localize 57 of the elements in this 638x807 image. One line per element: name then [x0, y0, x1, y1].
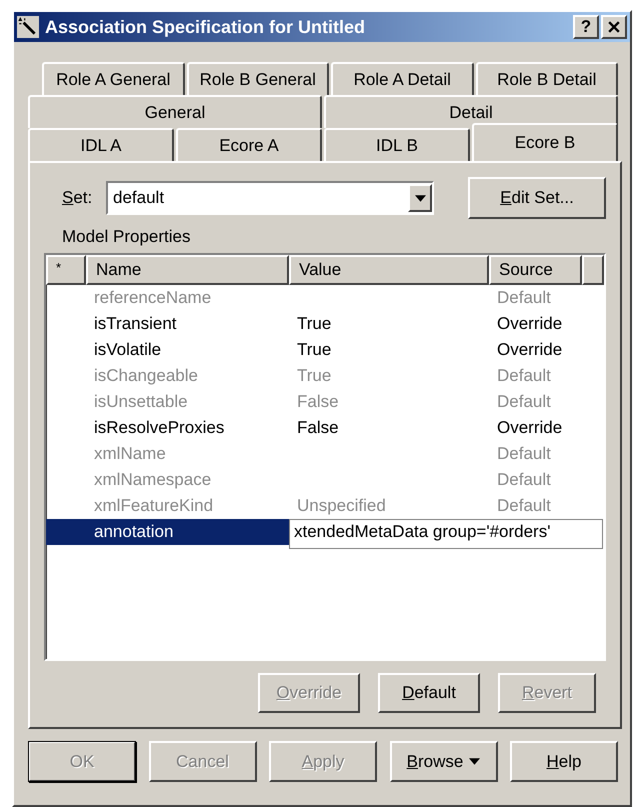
help-button[interactable]: ? — [573, 15, 599, 39]
tab[interactable]: Role A Detail — [331, 62, 474, 95]
table-row[interactable]: isResolveProxies False Override — [46, 415, 604, 441]
tab[interactable]: Role A General — [42, 62, 184, 95]
close-icon — [608, 21, 620, 33]
tab[interactable]: Ecore B — [472, 123, 618, 161]
table-row[interactable]: isTransient True Override — [46, 311, 604, 337]
property-source: Override — [497, 418, 562, 438]
wand-icon — [17, 16, 39, 38]
tab[interactable]: Detail — [324, 95, 618, 128]
property-button[interactable]: Default — [378, 673, 480, 713]
dialog-button[interactable]: Help — [510, 741, 618, 782]
set-label: Set: — [62, 188, 94, 208]
dropdown-arrow-icon — [414, 194, 426, 202]
property-value: True — [297, 340, 332, 360]
column-header[interactable]: Name — [86, 255, 289, 285]
caret-icon — [469, 758, 480, 765]
property-name: xmlName — [94, 444, 166, 464]
value-input[interactable]: xtendedMetaData group='#orders' — [289, 519, 603, 549]
property-name: xmlNamespace — [94, 470, 212, 490]
property-source: Default — [497, 366, 551, 386]
property-value: False — [297, 418, 339, 438]
tab[interactable]: Role B General — [186, 62, 329, 95]
column-header[interactable]: * — [46, 255, 86, 285]
property-name: isTransient — [94, 314, 177, 334]
column-header[interactable]: Value — [289, 255, 489, 285]
property-value: True — [297, 366, 332, 386]
window-title: Association Specification for Untitled — [45, 16, 366, 38]
property-value: Unspecified — [297, 496, 386, 516]
section-label: Model Properties — [62, 227, 192, 247]
property-source: Override — [497, 340, 562, 360]
tab[interactable]: IDL B — [324, 128, 470, 161]
property-value: True — [297, 314, 332, 334]
table-row[interactable]: isVolatile True Override — [46, 337, 604, 363]
edit-set-button[interactable]: Edit Set... — [468, 177, 606, 219]
property-name: isResolveProxies — [94, 418, 224, 438]
tab[interactable]: Ecore A — [176, 128, 322, 161]
dialog-button[interactable]: Browse — [390, 741, 498, 782]
tab[interactable]: Role B Detail — [476, 62, 618, 95]
close-button[interactable] — [601, 15, 627, 39]
property-name: xmlFeatureKind — [94, 496, 214, 516]
property-name: referenceName — [94, 288, 212, 308]
tab[interactable]: General — [28, 95, 322, 128]
property-source: Override — [497, 314, 562, 334]
property-source: Default — [497, 392, 551, 412]
property-source: Default — [497, 288, 551, 308]
property-name: isVolatile — [94, 340, 162, 360]
column-header[interactable]: Source — [489, 255, 582, 285]
property-value: False — [297, 392, 339, 412]
set-dropdown[interactable]: default — [106, 181, 434, 215]
property-source: Default — [497, 444, 551, 464]
property-source: Default — [497, 470, 551, 490]
tab[interactable]: IDL A — [28, 128, 174, 161]
property-name: annotation — [94, 522, 174, 542]
property-source: Default — [497, 496, 551, 516]
property-name: isUnsettable — [94, 392, 188, 412]
property-name: isChangeable — [94, 366, 198, 386]
